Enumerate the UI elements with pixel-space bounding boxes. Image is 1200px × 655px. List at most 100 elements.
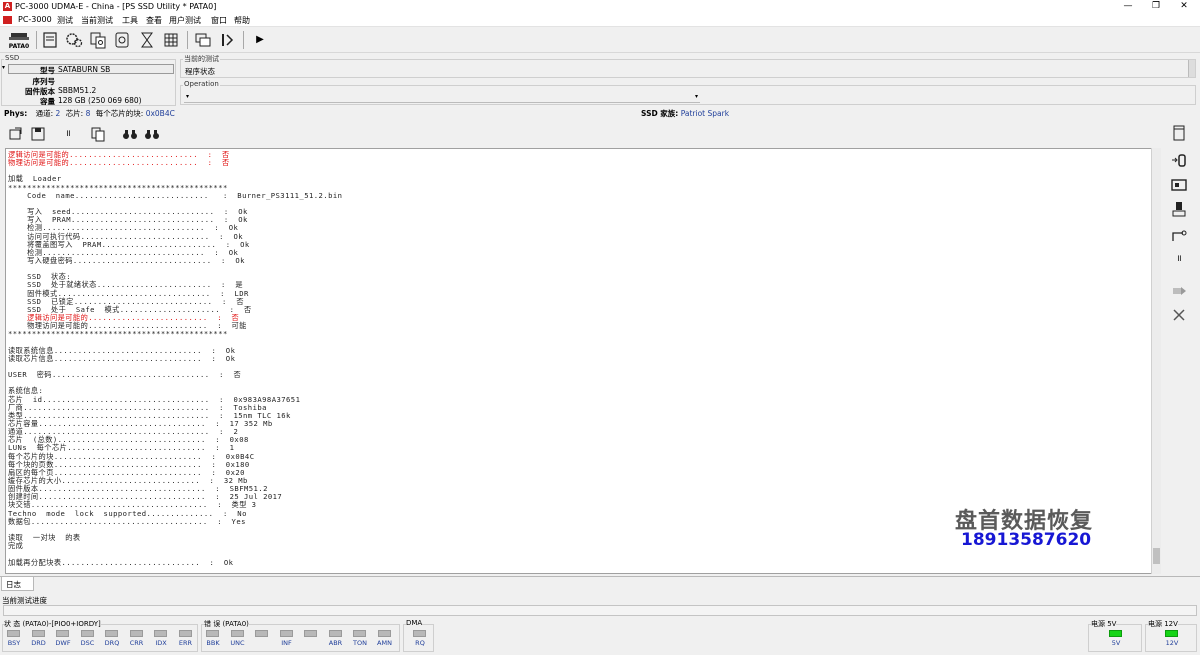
status-led-label: CRR <box>129 639 144 647</box>
copy-drive-icon <box>90 32 106 49</box>
rs-doc-button[interactable] <box>1169 124 1189 142</box>
minimize-button[interactable]: — <box>1114 0 1142 13</box>
dma-rq-led <box>413 630 426 637</box>
menu-current-test[interactable]: 当前测试 <box>81 15 113 26</box>
grid-button[interactable] <box>161 30 181 50</box>
status-led-label: DRD <box>31 639 46 647</box>
status-led-label: UNC <box>230 639 245 647</box>
status-led <box>7 630 20 637</box>
status-led-label: IDX <box>155 639 167 647</box>
log-export-button[interactable] <box>7 125 25 143</box>
close-button[interactable]: ✕ <box>1170 0 1198 13</box>
log-copy-button[interactable] <box>89 125 107 143</box>
status-led <box>353 630 366 637</box>
menu-help[interactable]: 帮助 <box>234 15 250 26</box>
status-led <box>129 630 143 637</box>
channel-value: 2 <box>55 109 61 118</box>
power12-led-label: 12V <box>1165 639 1179 647</box>
log-line: 加载再分配块表............................. : O… <box>8 557 234 567</box>
status-group-label: 状 态 (PATA0)-[PIO0+IORDY] <box>4 619 101 629</box>
log-save-button[interactable] <box>29 125 47 143</box>
counter-icon <box>1172 154 1186 167</box>
rs-flow-button[interactable] <box>1169 226 1189 244</box>
menu-app-icon <box>3 16 12 24</box>
binoculars-next-icon <box>145 130 159 139</box>
error-leds: BBK UNC INF ABR TON AMN <box>202 630 399 650</box>
expand-arrow-icon <box>1173 287 1186 295</box>
status-led <box>377 630 391 637</box>
find-button[interactable] <box>121 125 139 143</box>
menu-view[interactable]: 查看 <box>146 15 162 26</box>
menu-user-test[interactable]: 用户测试 <box>169 15 201 26</box>
model-value: SATABURN SB <box>58 65 111 74</box>
windows-button[interactable] <box>193 30 213 50</box>
firmware-value: SBBM51.2 <box>58 86 97 95</box>
pause-button[interactable]: ॥ <box>61 125 75 143</box>
status-led-label: DWF <box>55 639 71 647</box>
status-led <box>279 630 293 637</box>
test-progress-bar <box>3 605 1197 616</box>
menu-pc3000[interactable]: PC-3000 <box>18 15 52 24</box>
title-bar: A PC-3000 UDMA-E - China - [PS SSD Utili… <box>0 0 1200 13</box>
maximize-button[interactable]: ❐ <box>1142 0 1170 13</box>
gears-button[interactable] <box>64 30 84 50</box>
power5-led-label: 5V <box>1111 639 1121 647</box>
power12-led <box>1165 630 1178 637</box>
current-test-scrollbar[interactable] <box>1188 60 1195 77</box>
status-led-label: DSC <box>80 639 95 647</box>
utility-icon <box>115 32 129 48</box>
rs-reset-button[interactable] <box>1169 200 1189 218</box>
blocks-value: 0x0B4C <box>145 109 175 118</box>
chips-label: 芯片: <box>65 109 84 118</box>
status-led <box>255 630 268 637</box>
status-led-label: INF <box>281 639 292 647</box>
exit-button[interactable] <box>217 30 237 50</box>
dma-group-label: DMA <box>406 619 423 627</box>
rs-expand-button[interactable] <box>1169 282 1189 300</box>
log-line: 读取芯片信息............................... : … <box>8 353 236 363</box>
port-icon: PATA0 <box>9 33 29 50</box>
status-led-label: BSY <box>7 639 21 647</box>
status-led-label: ABR <box>328 639 343 647</box>
find-next-button[interactable] <box>143 125 161 143</box>
status-led-label: TON <box>353 639 367 647</box>
log-scrollbar-thumb[interactable] <box>1153 548 1160 564</box>
rs-pause-button[interactable]: ॥ <box>1169 250 1189 268</box>
rs-tools-button[interactable] <box>1169 306 1189 324</box>
app-icon: A <box>3 2 12 11</box>
menu-window[interactable]: 窗口 <box>211 15 227 26</box>
window-title: PC-3000 UDMA-E - China - [PS SSD Utility… <box>15 2 217 11</box>
power5-group-label: 电源 5V <box>1091 619 1117 629</box>
phys-label: Phys: <box>4 109 28 118</box>
play-button[interactable]: ▶ <box>250 30 270 50</box>
log-line: 物理访问是可能的........................... : 否 <box>8 158 230 168</box>
menu-test[interactable]: 测试 <box>57 15 73 26</box>
operation-select[interactable]: ▾ ▾ <box>184 93 700 103</box>
hourglass-icon <box>141 32 153 48</box>
pata0-port-button[interactable]: PATA0 <box>6 30 32 50</box>
chips-value: 8 <box>85 109 91 118</box>
status-led <box>80 630 94 637</box>
copy-drive-button[interactable] <box>88 30 108 50</box>
hourglass-button[interactable] <box>137 30 157 50</box>
test-button[interactable] <box>40 30 60 50</box>
pata-label: PATA0 <box>9 43 29 50</box>
tab-log[interactable]: 日志 <box>1 577 34 591</box>
chevron-down-icon: ▾ <box>694 93 698 100</box>
capacity-value: 128 GB (250 069 680) <box>58 96 142 105</box>
ssd-family: SSD 家族: Patriot Spark <box>641 108 729 119</box>
reset-icon <box>1172 202 1186 217</box>
rs-chip-button[interactable] <box>1169 176 1189 194</box>
utility-button[interactable] <box>112 30 132 50</box>
right-tool-strip: ॥ <box>1167 120 1192 575</box>
state-leds: BSY DRD DWF DSC DRQ CRR IDX ERR <box>3 630 197 650</box>
chip-icon <box>1171 179 1187 191</box>
status-led <box>304 630 317 637</box>
rs-counter-button[interactable] <box>1169 152 1189 170</box>
log-line: 完成 <box>8 541 24 551</box>
toolbar-separator <box>36 31 37 49</box>
log-scrollbar[interactable] <box>1151 148 1161 574</box>
flow-icon <box>1172 230 1187 241</box>
dma-rq-label: RQ <box>415 639 425 647</box>
menu-tools[interactable]: 工具 <box>122 15 138 26</box>
